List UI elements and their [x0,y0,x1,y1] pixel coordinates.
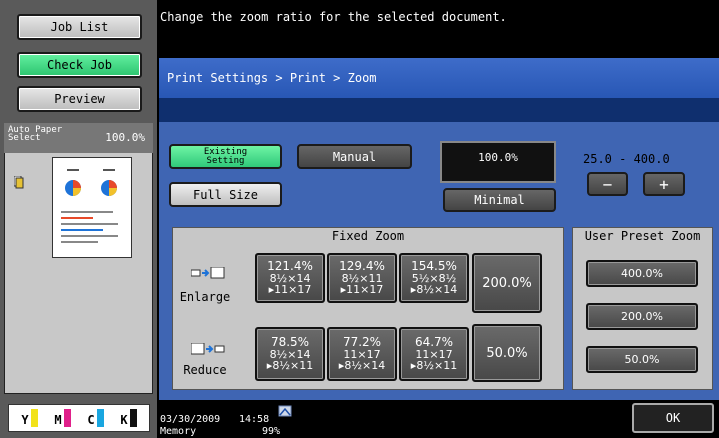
user-preset-title: User Preset Zoom [584,229,701,243]
zoom-pct: 129.4% [339,259,385,273]
preview-header: Auto Paper Select 100.0% [4,123,153,153]
paper-to: ▸11×17 [340,283,384,296]
time: 14:58 [239,414,270,425]
zoom-preset-78[interactable]: 78.5% 8½×14 ▸8½×11 [255,327,325,381]
preview-button[interactable]: Preview [17,86,142,112]
paper-label-2: Select [8,133,41,143]
zoom-pct: 78.5% [270,335,310,349]
network-icon [278,405,292,417]
thumbnail-content-icon [61,169,118,243]
toner-y: Y [21,409,38,427]
zoom-preset-121[interactable]: 121.4% 8½×14 ▸11×17 [255,253,325,303]
zoom-preset-77[interactable]: 77.2% 11×17 ▸8½×14 [327,327,397,381]
date: 03/30/2009 [160,414,221,425]
manual-button[interactable]: Manual [297,144,412,169]
breadcrumb: Print Settings > Print > Zoom [159,58,719,98]
memory-value: 99% [262,426,281,437]
user-preset-200[interactable]: 200.0% [586,303,698,330]
zoom-increase-button[interactable]: + [643,172,685,196]
zoom-pct: 121.4% [267,259,313,273]
fixed-zoom-title: Fixed Zoom [331,229,405,243]
toner-k: K [120,409,137,427]
toner-m: M [54,409,71,427]
reduce-icon [191,343,225,355]
document-thumbnail[interactable] [52,157,132,258]
minimal-button[interactable]: Minimal [443,188,556,212]
existing-setting-button[interactable]: Existing Setting [169,144,282,169]
page-stack-icon [14,176,24,189]
zoom-preset-129[interactable]: 129.4% 8½×11 ▸11×17 [327,253,397,303]
full-size-button[interactable]: Full Size [169,182,282,207]
zoom-decrease-button[interactable]: − [587,172,628,196]
zoom-preset-50[interactable]: 50.0% [472,324,542,382]
paper-to: ▸8½×14 [410,283,458,296]
zoom-pct: 77.2% [342,335,382,349]
zoom-display: 100.0% [440,141,556,183]
paper-to: ▸8½×14 [338,359,386,372]
zoom-range: 25.0 - 400.0 [583,152,670,166]
check-job-button[interactable]: Check Job [17,52,142,78]
zoom-preset-200[interactable]: 200.0% [472,253,542,313]
instruction-message: Change the zoom ratio for the selected d… [160,10,507,24]
user-preset-400[interactable]: 400.0% [586,260,698,287]
user-preset-50[interactable]: 50.0% [586,346,698,373]
memory-label: Memory [160,426,197,437]
zoom-pct: 154.5% [411,259,457,273]
job-list-button[interactable]: Job List [17,14,142,40]
paper-to: ▸8½×11 [266,359,314,372]
enlarge-label: Enlarge [179,290,231,304]
existing-setting-label-2: Setting [206,155,245,166]
paper-to: ▸11×17 [268,283,312,296]
zoom-preset-64[interactable]: 64.7% 11×17 ▸8½×11 [399,327,469,381]
preview-zoom: 100.0% [105,131,145,144]
ok-button[interactable]: OK [632,403,714,433]
toner-c: C [87,409,104,427]
paper-to: ▸8½×11 [410,359,458,372]
zoom-preset-154[interactable]: 154.5% 5½×8½ ▸8½×14 [399,253,469,303]
toner-levels: Y M C K [8,404,150,432]
reduce-label: Reduce [183,363,227,377]
enlarge-icon [191,267,225,279]
zoom-pct: 64.7% [414,335,454,349]
